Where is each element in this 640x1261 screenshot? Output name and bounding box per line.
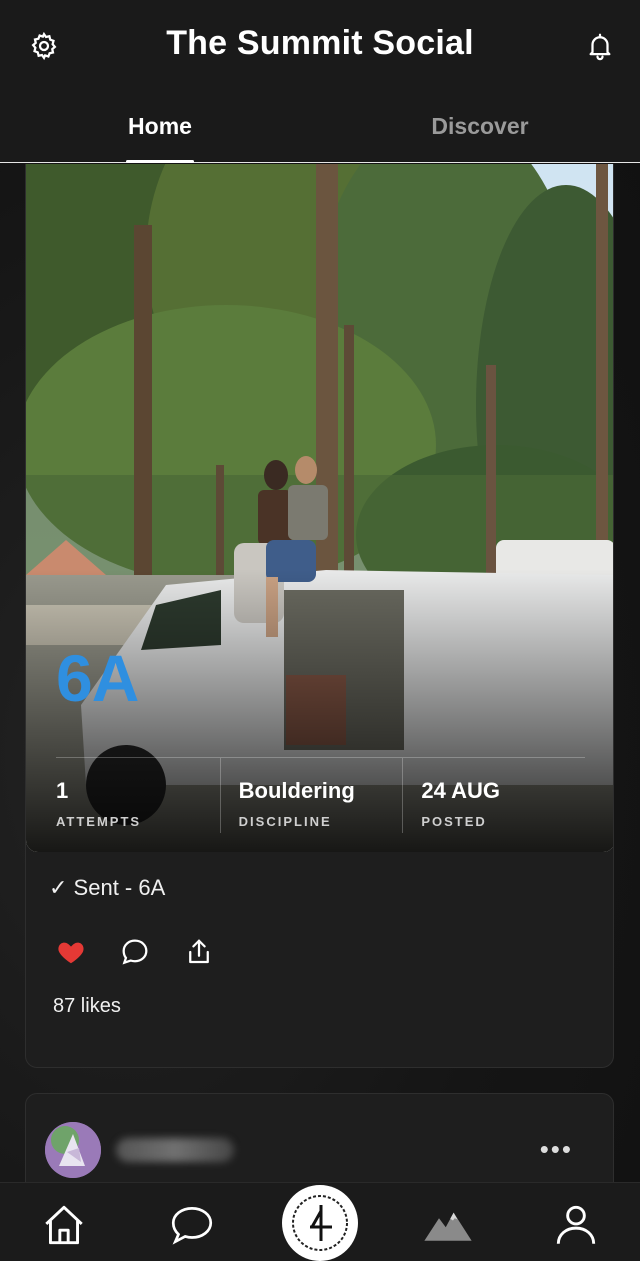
app-title: The Summit Social xyxy=(166,24,474,62)
nav-home[interactable] xyxy=(36,1197,92,1253)
profile-icon xyxy=(556,1205,596,1244)
avatar[interactable] xyxy=(45,1122,101,1178)
grade-label: 6A xyxy=(56,641,139,715)
nav-log-climb[interactable] xyxy=(282,1185,358,1261)
mountains-icon xyxy=(424,1212,472,1241)
nav-profile[interactable] xyxy=(548,1197,604,1253)
username-redacted xyxy=(116,1138,234,1162)
post-caption: ✓ Sent - 6A xyxy=(49,875,166,900)
post-photo[interactable]: 6A 1 ATTEMPTS Bouldering DISCIPLINE 24 A… xyxy=(26,164,613,852)
nav-chat[interactable] xyxy=(164,1197,220,1253)
post-card: 6A 1 ATTEMPTS Bouldering DISCIPLINE 24 A… xyxy=(25,164,614,1068)
comment-button[interactable] xyxy=(118,935,152,969)
share-icon xyxy=(189,939,209,964)
notifications-button[interactable] xyxy=(580,26,620,66)
stat-posted-label: POSTED xyxy=(421,814,487,829)
feed-tabs: Home Discover xyxy=(0,90,640,163)
stat-posted: 24 AUG POSTED xyxy=(402,758,585,833)
stat-discipline: Bouldering DISCIPLINE xyxy=(219,758,403,833)
chat-icon xyxy=(171,1206,213,1245)
tab-discover[interactable]: Discover xyxy=(320,90,640,162)
bell-icon xyxy=(589,33,611,61)
stat-posted-value: 24 AUG xyxy=(421,778,500,803)
photo-scene xyxy=(26,164,613,852)
comment-icon xyxy=(122,939,148,965)
like-button[interactable] xyxy=(54,935,88,969)
likes-count[interactable]: 87 likes xyxy=(53,995,121,1018)
post-actions xyxy=(54,935,216,969)
app-header: The Summit Social xyxy=(0,0,640,90)
bottom-nav xyxy=(0,1182,640,1261)
home-icon xyxy=(45,1205,83,1245)
stat-attempts-value: 1 xyxy=(56,778,69,803)
stat-discipline-label: DISCIPLINE xyxy=(238,814,332,829)
stat-attempts-label: ATTEMPTS xyxy=(56,814,142,829)
stat-attempts: 1 ATTEMPTS xyxy=(56,758,220,833)
more-options-button[interactable]: ••• xyxy=(540,1134,573,1165)
app: The Summit Social Home Discover 6A 1 ATT… xyxy=(0,0,640,1261)
post-stats: 1 ATTEMPTS Bouldering DISCIPLINE 24 AUG … xyxy=(56,757,585,833)
avatar-image xyxy=(45,1122,101,1178)
feed[interactable]: 6A 1 ATTEMPTS Bouldering DISCIPLINE 24 A… xyxy=(0,164,640,1182)
heart-icon xyxy=(58,942,84,964)
log-climb-icon xyxy=(292,1195,348,1251)
stat-discipline-value: Bouldering xyxy=(238,778,355,803)
share-button[interactable] xyxy=(182,935,216,969)
post-card: ••• xyxy=(25,1093,614,1182)
tab-home[interactable]: Home xyxy=(0,90,320,163)
nav-mountains[interactable] xyxy=(420,1197,476,1253)
